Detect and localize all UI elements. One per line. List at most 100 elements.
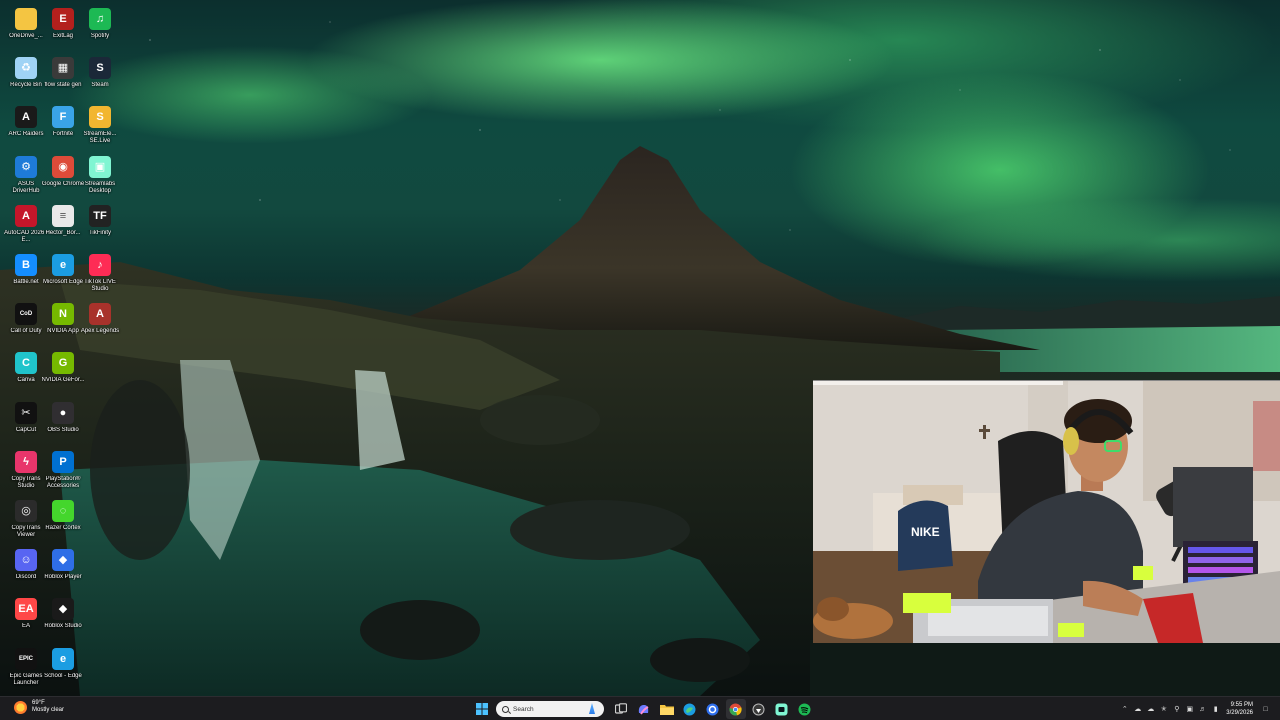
arc-raiders-icon: A (15, 106, 37, 129)
webcam-overlay: NIKE (813, 380, 1280, 643)
search-placeholder: Search (513, 705, 534, 713)
battery-icon[interactable]: ▮ (1210, 699, 1222, 719)
taskbar-clock[interactable]: 9:55 PM 3/29/2026 (1226, 701, 1253, 717)
edge-school-icon: e (52, 647, 74, 670)
apex-legends-icon: A (89, 303, 111, 326)
desktop-icon-label: Razer Cortex (45, 525, 81, 531)
nvidia-geforce-icon: G (52, 352, 74, 375)
spotify-icon (798, 703, 811, 715)
desktop-icon-label: Spotify (90, 33, 110, 39)
chrome-icon (729, 703, 742, 715)
store-icon (706, 703, 719, 715)
exitlag-icon: E (52, 8, 74, 30)
network-icon[interactable]: ▣ (1184, 699, 1196, 719)
file-icon: ▦ (52, 57, 74, 80)
desktop-icon-apex-legends[interactable]: A Apex Legends (78, 301, 122, 349)
notification-bell-icon[interactable]: □ (1260, 699, 1272, 719)
volume-icon[interactable]: ♬ (1197, 699, 1209, 719)
desktop-icon-tikfinity[interactable]: TF TikFinity (78, 203, 122, 251)
fortnite-icon: F (52, 106, 74, 129)
weather-condition: Mostly clear (32, 707, 65, 713)
desktop-icon-roblox[interactable]: ◆ Roblox Player (41, 547, 85, 595)
bluetooth-icon[interactable]: ✭ (1158, 699, 1170, 719)
weather-temperature: 69°F (32, 700, 45, 706)
desktop-icon-playstation[interactable]: P PlayStation® Accessories (41, 449, 85, 497)
streamlabs-icon: ▣ (89, 155, 111, 178)
desktop-icon-streamelements[interactable]: S StreamEle... SE.Live (78, 104, 122, 152)
desktop-icon-label: School - Edge (44, 672, 82, 679)
playstation-icon: P (52, 450, 74, 473)
capcut-icon: ✂ (15, 401, 37, 424)
tiktok-live-icon: ♪ (89, 254, 111, 276)
edge-button[interactable] (680, 699, 700, 719)
system-tray: ⌃ ☁ ☁ ✭ ⚲ ▣ ♬ ▮ 9:55 PM 3/29/2026 □ (1118, 699, 1272, 719)
roblox-studio-icon: ◆ (52, 598, 74, 621)
canva-icon: C (15, 352, 37, 375)
clock-time: 9:55 PM (1230, 702, 1253, 708)
desktop-icon-spotify[interactable]: ♫ Spotify (78, 6, 122, 54)
desktop-icon-label: StreamEle... SE.Live (83, 131, 117, 145)
desktop-icon-label: TikFinity (88, 229, 112, 236)
epic-games-icon: EPIC (15, 647, 37, 670)
folder-icon (659, 705, 674, 715)
desktop-icon-roblox-studio[interactable]: ◆ Roblox Studio (41, 596, 85, 644)
clock-date: 3/29/2026 (1226, 710, 1253, 716)
desktop-icon-steam[interactable]: S Steam (78, 55, 122, 103)
recycle-bin-icon: ♻ (15, 57, 37, 80)
weather-widget[interactable]: 69°F Mostly clear (14, 700, 64, 714)
desktop-icon-edge-school[interactable]: e School - Edge (41, 646, 85, 694)
desktop-icon-razer-cortex[interactable]: ◌ Razer Cortex (41, 498, 85, 546)
desktop-icon-label: PlayStation® Accessories (45, 475, 81, 489)
roblox-icon: ◆ (52, 549, 74, 572)
streamlabs-icon (775, 703, 788, 715)
copytrans-studio-icon: ϟ (15, 450, 37, 473)
discord-icon: ☺ (15, 549, 37, 572)
desktop-icon-label: Steam (91, 82, 109, 89)
store-button[interactable] (703, 699, 723, 719)
webcam-feed: NIKE (813, 381, 1280, 643)
folder-icon (15, 8, 37, 30)
chrome-icon: ◉ (52, 155, 74, 178)
desktop-icon-streamlabs[interactable]: ▣ Streamlabs Desktop (78, 154, 122, 202)
start-button[interactable] (472, 699, 492, 719)
chevron-up-icon[interactable]: ⌃ (1119, 699, 1131, 719)
obs-icon: ● (52, 401, 74, 424)
chrome-button[interactable] (725, 699, 746, 719)
desktop-icon-label: TikTok LIVE Studio (84, 279, 116, 292)
autocad-icon: A (15, 204, 37, 227)
app-button-1[interactable] (749, 699, 769, 719)
search-icon (502, 705, 509, 713)
app-icon (752, 703, 765, 715)
desktop-icon-label: Streamlabs Desktop (84, 180, 116, 194)
desktop-icon-label: Apex Legends (80, 328, 120, 335)
call-of-duty-icon: CoD (15, 303, 37, 326)
tikfinity-icon: TF (89, 204, 111, 227)
search-highlight-icon (589, 703, 595, 714)
desktop-icon-obs[interactable]: ● OBS Studio (41, 400, 85, 448)
onedrive-cloud-icon[interactable]: ☁ (1132, 699, 1144, 719)
desktop-icon-nvidia-geforce[interactable]: G NVIDIA GeFor... (41, 350, 85, 398)
copilot-icon (638, 704, 649, 715)
desktop-icon-label: OBS Studio (47, 426, 79, 433)
desktop-icon-tiktok-live[interactable]: ♪ TikTok LIVE Studio (78, 252, 122, 300)
task-view-button[interactable] (611, 699, 631, 719)
cloud-icon[interactable]: ☁ (1145, 699, 1157, 719)
edge-icon: e (52, 254, 74, 276)
copilot-button[interactable] (634, 699, 654, 719)
nvidia-icon: N (52, 303, 74, 326)
steam-icon: S (89, 57, 111, 80)
microphone-icon[interactable]: ⚲ (1171, 699, 1183, 719)
file-explorer-button[interactable] (657, 699, 677, 719)
asus-driverhub-icon: ⚙ (15, 155, 37, 178)
copytrans-viewer-icon: ◎ (15, 500, 37, 522)
document-icon: ≡ (52, 204, 74, 227)
spotify-icon: ♫ (89, 8, 111, 30)
weather-moon-icon (14, 700, 27, 714)
taskbar-search-box[interactable]: Search (496, 701, 604, 717)
spotify-button[interactable] (795, 699, 815, 719)
streamelements-icon: S (89, 106, 111, 129)
svg-text:NIKE: NIKE (911, 525, 940, 539)
battlenet-icon: B (15, 254, 37, 276)
streamlabs-button[interactable] (772, 699, 792, 719)
windows-logo-icon (475, 703, 488, 715)
